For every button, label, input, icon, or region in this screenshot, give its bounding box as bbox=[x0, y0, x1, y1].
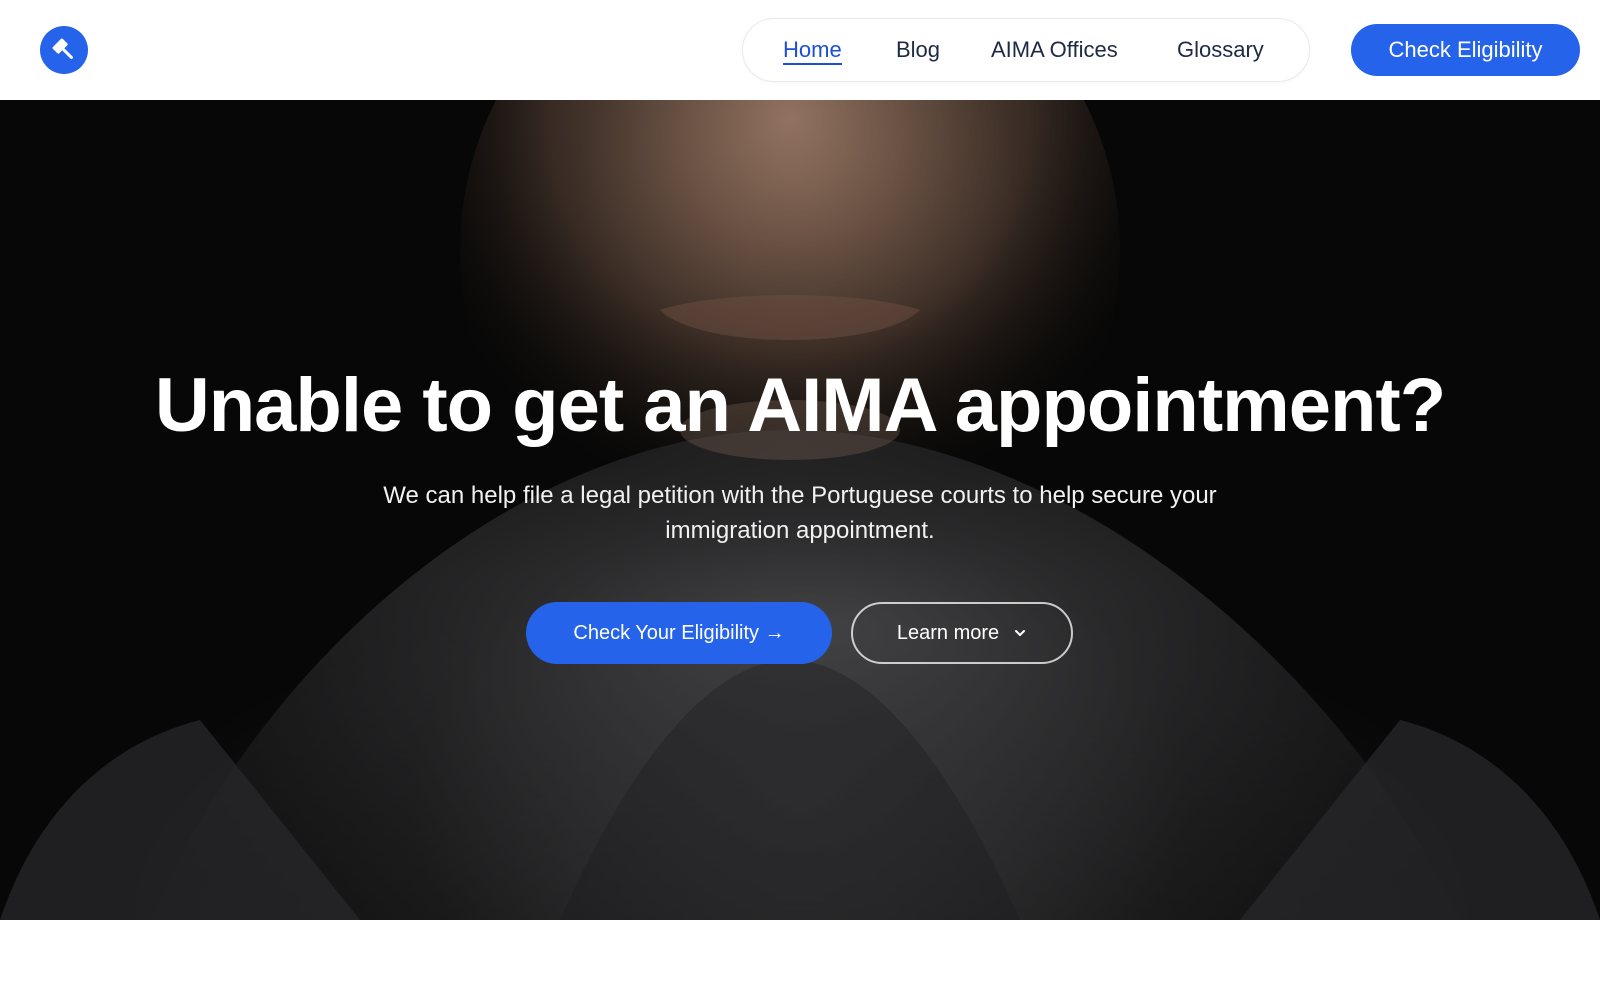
chevron-down-icon bbox=[1013, 626, 1027, 640]
nav-item-aima-offices[interactable]: AIMA Offices bbox=[991, 19, 1118, 81]
check-your-eligibility-button[interactable]: Check Your Eligibility → bbox=[526, 602, 832, 664]
learn-more-label: Learn more bbox=[896, 621, 1000, 644]
site-header: Home Blog AIMA Offices Glossary Check El… bbox=[0, 0, 1600, 100]
hero-title: Unable to get an AIMA appointment? bbox=[154, 363, 1446, 448]
hero-section: Unable to get an AIMA appointment? We ca… bbox=[0, 100, 1600, 920]
nav-item-home[interactable]: Home bbox=[783, 19, 842, 81]
hero-subtitle: We can help file a legal petition with t… bbox=[383, 482, 1217, 544]
check-eligibility-button[interactable]: Check Eligibility bbox=[1351, 24, 1580, 76]
main-nav: Home Blog AIMA Offices Glossary bbox=[742, 18, 1310, 82]
learn-more-button[interactable]: Learn more bbox=[851, 602, 1073, 664]
nav-item-blog[interactable]: Blog bbox=[896, 19, 940, 81]
nav-item-glossary[interactable]: Glossary bbox=[1177, 19, 1264, 81]
gavel-icon[interactable] bbox=[40, 26, 88, 74]
